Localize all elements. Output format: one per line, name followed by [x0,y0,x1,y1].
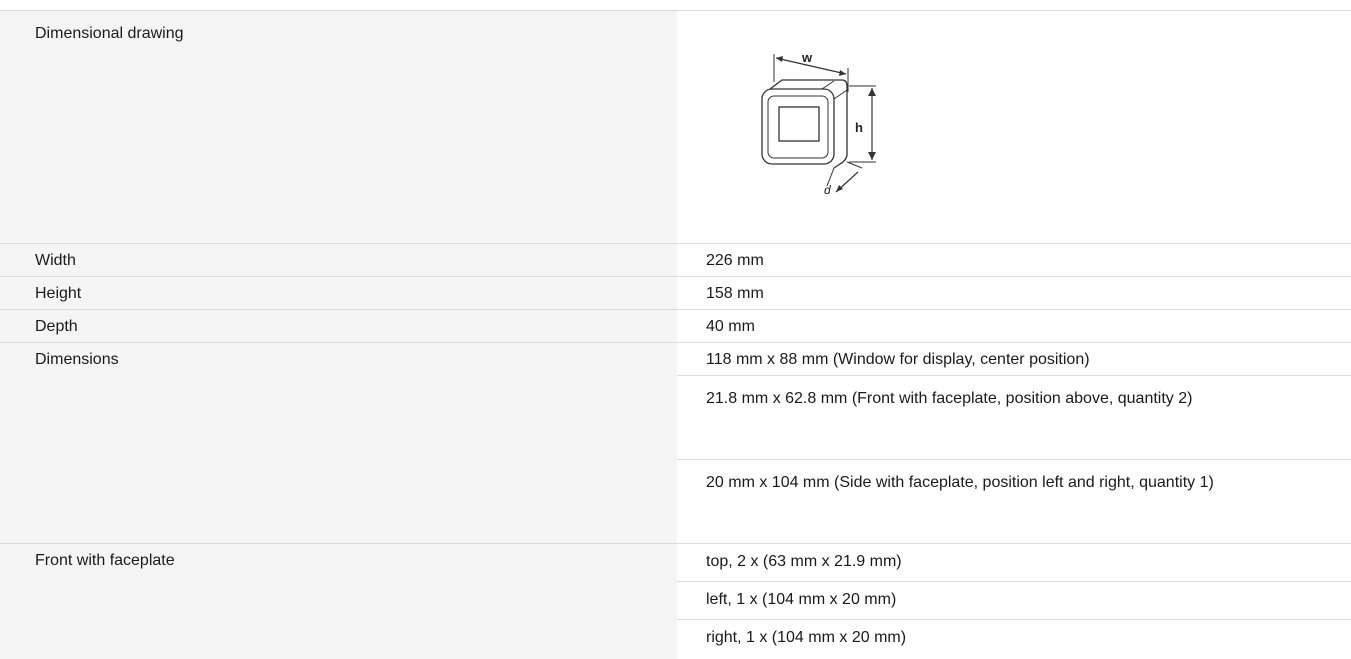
row-value: 118 mm x 88 mm (Window for display, cent… [706,351,1090,368]
value-cell: left, 1 x (104 mm x 20 mm) [677,581,1351,619]
label-cell: Depth [0,309,677,342]
row-value: right, 1 x (104 mm x 20 mm) [706,629,907,646]
row-value: 21.8 mm x 62.8 mm (Front with faceplate,… [706,390,1193,407]
value-cell: 20 mm x 104 mm (Side with faceplate, pos… [677,459,1351,543]
row-label: Dimensional drawing [35,25,184,42]
value-cell: 158 mm [677,276,1351,309]
label-cell: Front with faceplate [0,543,677,659]
value-cell: 226 mm [677,243,1351,276]
dimensional-drawing-image: w h d [761,50,876,197]
label-cell: Height [0,276,677,309]
value-cell: 118 mm x 88 mm (Window for display, cent… [677,342,1351,375]
value-cell: 21.8 mm x 62.8 mm (Front with faceplate,… [677,375,1351,459]
value-cell: w h d [677,10,1351,243]
row-label: Width [35,252,76,269]
row-label: Depth [35,318,78,335]
row-front-with-faceplate: Front with faceplate top, 2 x (63 mm x 2… [0,543,1351,659]
label-cell: Dimensional drawing [0,10,677,243]
row-label: Front with faceplate [35,552,175,569]
svg-text:w: w [801,50,813,65]
row-value: top, 2 x (63 mm x 21.9 mm) [706,553,902,570]
svg-text:h: h [855,120,863,135]
row-width: Width 226 mm [0,243,1351,276]
row-value: 158 mm [706,285,764,302]
label-cell: Width [0,243,677,276]
row-value: 20 mm x 104 mm (Side with faceplate, pos… [706,474,1214,491]
row-label: Height [35,285,82,302]
row-depth: Depth 40 mm [0,309,1351,342]
row-dimensional-drawing: Dimensional drawing w h d [0,10,1351,243]
row-label: Dimensions [35,351,119,368]
svg-text:d: d [824,183,831,197]
value-cell: top, 2 x (63 mm x 21.9 mm) [677,543,1351,581]
row-value: 40 mm [706,318,755,335]
value-cell: right, 1 x (104 mm x 20 mm) [677,619,1351,659]
row-value: 226 mm [706,252,764,269]
row-value: left, 1 x (104 mm x 20 mm) [706,591,897,608]
row-height: Height 158 mm [0,276,1351,309]
label-cell: Dimensions [0,342,677,543]
row-dimensions: Dimensions 118 mm x 88 mm (Window for di… [0,342,1351,543]
value-cell: 40 mm [677,309,1351,342]
